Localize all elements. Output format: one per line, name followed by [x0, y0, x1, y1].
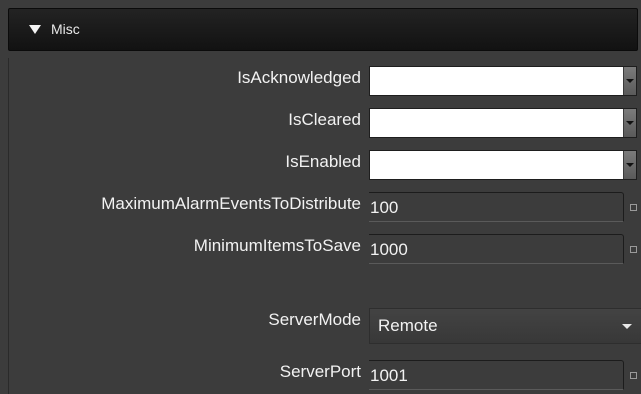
property-label: IsAcknowledged [237, 68, 361, 87]
property-label: ServerPort [279, 362, 361, 381]
triangle-down-icon [29, 25, 41, 34]
servermode-select[interactable]: Remote [369, 308, 641, 344]
property-row-isacknowledged: IsAcknowledged [9, 58, 641, 100]
property-grid: Misc IsAcknowledged IsCleared IsEnabled … [0, 0, 641, 394]
iscleared-combobox[interactable] [369, 108, 637, 138]
minimumitemstosave-input[interactable]: 1000 [369, 234, 624, 264]
property-row-servermode: ServerMode Remote [9, 306, 641, 348]
maximumalarmevents-input[interactable]: 100 [369, 192, 624, 222]
serverport-input[interactable]: 1001 [369, 360, 624, 390]
property-label: IsEnabled [285, 152, 361, 171]
isacknowledged-combobox[interactable] [369, 66, 637, 96]
select-value: Remote [378, 316, 438, 335]
properties-panel: IsAcknowledged IsCleared IsEnabled Maxim… [8, 58, 641, 394]
dropdown-button[interactable] [623, 109, 636, 137]
property-row-iscleared: IsCleared [9, 100, 641, 142]
property-row-minimumitemstosave: MinimumItemsToSave 1000 [9, 226, 641, 268]
chevron-down-icon [622, 324, 632, 329]
property-label: MaximumAlarmEventsToDistribute [101, 194, 361, 213]
input-value: 100 [370, 198, 399, 217]
input-value: 1001 [370, 366, 408, 385]
property-label: MinimumItemsToSave [193, 236, 361, 255]
input-value: 1000 [370, 240, 408, 259]
chevron-down-icon [626, 163, 634, 167]
property-row-maximumalarmeventstodistribute: MaximumAlarmEventsToDistribute 100 [9, 184, 641, 226]
dropdown-button[interactable] [623, 151, 636, 179]
chevron-down-icon [626, 79, 634, 83]
reset-value-icon[interactable] [630, 372, 637, 379]
property-row-isenabled: IsEnabled [9, 142, 641, 184]
property-row-serverport: ServerPort 1001 [9, 352, 641, 394]
dropdown-button[interactable] [623, 67, 636, 95]
reset-value-icon[interactable] [630, 246, 637, 253]
isenabled-combobox[interactable] [369, 150, 637, 180]
misc-section-header[interactable]: Misc [8, 8, 638, 51]
chevron-down-icon [626, 121, 634, 125]
property-label: ServerMode [268, 310, 361, 329]
section-title: Misc [51, 21, 80, 37]
property-label: IsCleared [288, 110, 361, 129]
reset-value-icon[interactable] [630, 204, 637, 211]
